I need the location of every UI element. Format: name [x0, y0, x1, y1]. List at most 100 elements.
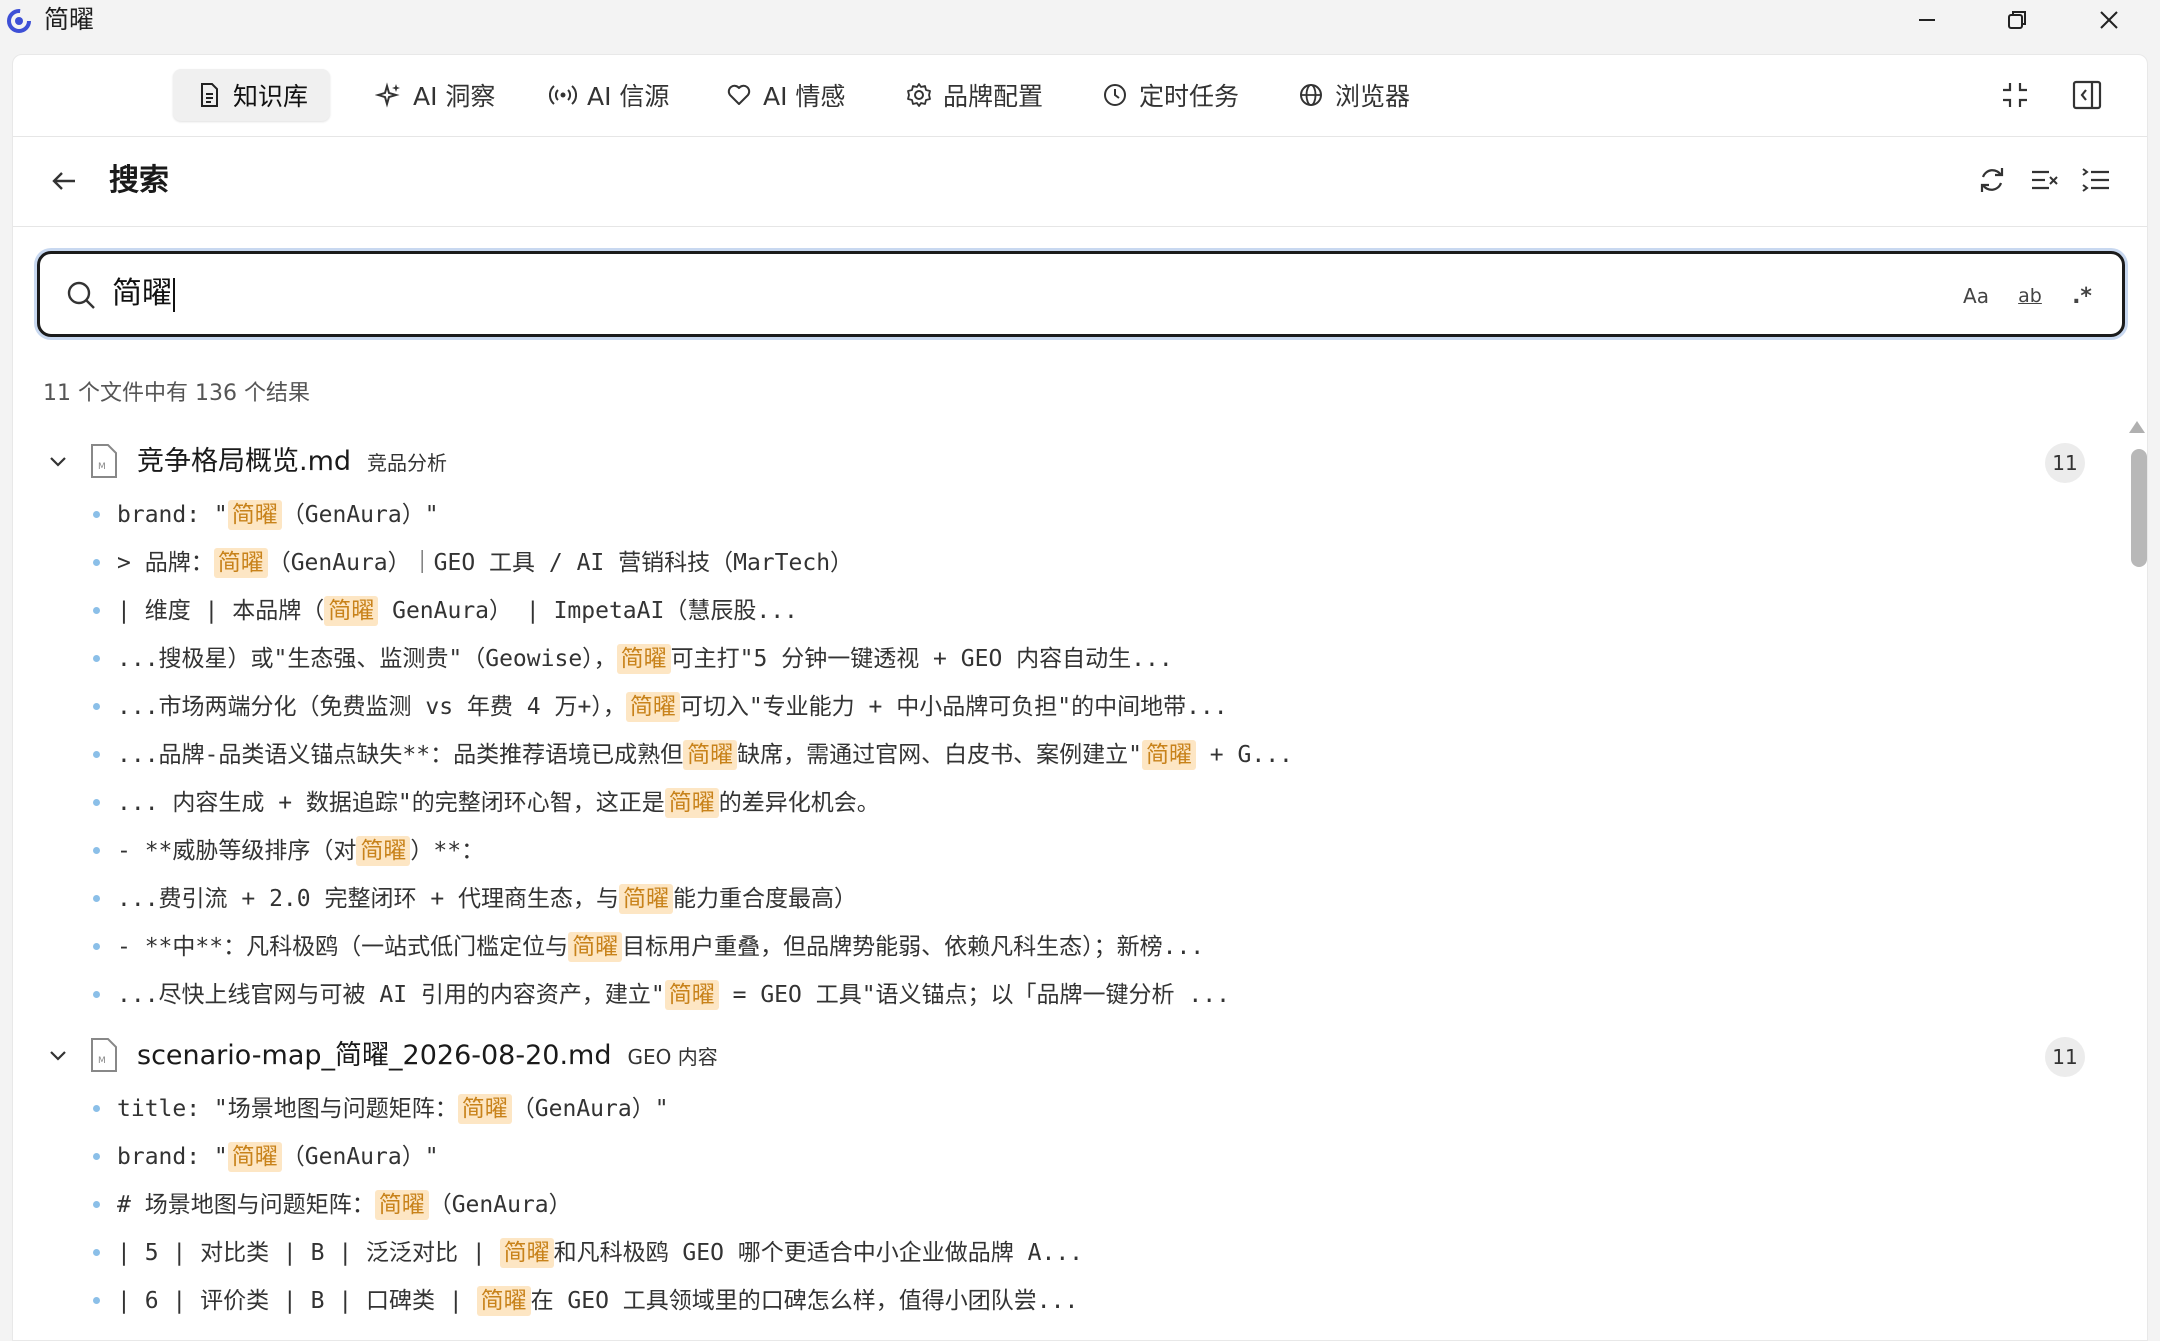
- gear-icon: [907, 83, 931, 107]
- file-group: Mscenario-map_简曜_2026-08-20.md GEO 内容 11 ti…: [13, 1029, 2113, 1335]
- match-highlight: 简曜: [324, 596, 379, 626]
- heart-icon: [727, 84, 751, 105]
- results-summary: 11 个文件中有 136 个结果: [43, 381, 310, 406]
- search-input[interactable]: 简曜: [112, 273, 175, 315]
- match-line[interactable]: ...费引流 + 2.0 完整闭环 + 代理商生态，与 简曜 能力重合度最高）: [13, 875, 2113, 923]
- tab-knowledge-base[interactable]: 知识库: [173, 69, 331, 121]
- match-line[interactable]: brand: " 简曜 （GenAura）": [13, 1133, 2113, 1181]
- tab-ai-source[interactable]: AI 信源: [527, 69, 691, 121]
- text-caret: [173, 277, 175, 312]
- file-name-text: scenario-map_简曜_2026-08-20.md: [137, 1040, 612, 1071]
- match-context: GenAura） | ImpetaAI（慧辰股...: [378, 598, 798, 624]
- collapse-icon[interactable]: [1997, 77, 2033, 113]
- file-group: M 竞争格局概览.md 竞品分析 11 brand: " 简曜 （GenAura）" > 品牌…: [13, 435, 2113, 1029]
- tab-ai-sentiment[interactable]: AI 情感: [703, 69, 867, 121]
- match-context: ...品牌-品类语义锚点缺失**：品类推荐语境已成熟但: [117, 742, 684, 768]
- clear-results-icon[interactable]: [2027, 163, 2061, 197]
- file-header[interactable]: Mscenario-map_简曜_2026-08-20.md GEO 内容 11: [13, 1029, 2113, 1085]
- tab-scheduled-tasks[interactable]: 定时任务: [1079, 69, 1261, 121]
- match-context: 可切入"专业能力 + 中小品牌可负担"的中间地带...: [679, 694, 1228, 720]
- search-input-box[interactable]: 简曜 Aa ab .*: [37, 251, 2125, 337]
- scrollbar[interactable]: [2129, 421, 2147, 1340]
- restore-button[interactable]: [1972, 0, 2062, 40]
- match-text: | 6 | 评价类 | B | 口碑类 | 简曜在 GEO 工具领域里的口碑怎么…: [117, 1283, 1078, 1319]
- match-line[interactable]: ... 内容生成 + 数据追踪"的完整闭环心智，这正是 简曜 的差异化机会。: [13, 779, 2113, 827]
- match-highlight: 简曜: [457, 1094, 512, 1124]
- match-line[interactable]: ...市场两端分化（免费监测 vs 年费 4 万+）， 简曜 可切入"专业能力 + …: [13, 683, 2113, 731]
- tab-label: 定时任务: [1139, 82, 1240, 111]
- document-icon: [201, 83, 218, 107]
- match-line[interactable]: | 维度 | 本品牌（ 简曜 GenAura） | ImpetaAI（慧辰股...: [13, 587, 2113, 635]
- match-text: > 品牌： 简曜 （GenAura）｜GEO 工具 / AI 营销科技（MarTec…: [117, 545, 853, 581]
- tab-label: AI 洞察: [413, 82, 496, 111]
- match-line[interactable]: | 6 | 评价类 | B | 口碑类 | 简曜在 GEO 工具领域里的口碑怎么…: [13, 1277, 2113, 1325]
- collapse-all-icon[interactable]: [2079, 163, 2113, 197]
- match-line[interactable]: ...尽快上线官网与可被 AI 引用的内容资产，建立" 简曜 = GEO 工具"语…: [13, 971, 2113, 1019]
- match-line[interactable]: title: "场景地图与问题矩阵： 简曜 （GenAura）": [13, 1085, 2113, 1133]
- markdown-file-icon: M: [91, 444, 117, 478]
- page-title: 搜索: [109, 163, 169, 198]
- match-context: 和凡科极鸥 GEO 哪个更适合中小企业做品牌 A...: [553, 1240, 1084, 1266]
- match-text: | 5 | 对比类 | B | 泛泛对比 | 简曜 和凡科极鸥 GEO 哪个更适合…: [117, 1235, 1083, 1271]
- close-icon: [2100, 11, 2118, 29]
- match-context: ）**：: [410, 838, 485, 864]
- chevron-down-icon[interactable]: [45, 1043, 71, 1069]
- match-line[interactable]: | 5 | 对比类 | B | 泛泛对比 | 简曜 和凡科极鸥 GEO 哪个更适合…: [13, 1229, 2113, 1277]
- bullet: [93, 799, 100, 806]
- file-tag: GEO 内容: [627, 1045, 718, 1069]
- tab-label: AI 情感: [763, 82, 846, 111]
- bullet: [93, 559, 100, 566]
- match-line[interactable]: ...品牌-品类语义锚点缺失**：品类推荐语境已成熟但 简曜 缺席，需通过官网、白皮…: [13, 731, 2113, 779]
- match-case-icon[interactable]: Aa: [1956, 276, 1996, 316]
- tab-ai-insight[interactable]: AI 洞察: [353, 69, 517, 121]
- file-name[interactable]: scenario-map_简曜_2026-08-20.md GEO 内容: [137, 1037, 718, 1076]
- bullet: [93, 655, 100, 662]
- match-line[interactable]: ...搜极星）或"生态强、监测贵"（Geowise）， 简曜 可主打"5 分钟一键透…: [13, 635, 2113, 683]
- bullet: [93, 943, 100, 950]
- match-text: brand: " 简曜 （GenAura）": [117, 1139, 439, 1175]
- match-text: ...费引流 + 2.0 完整闭环 + 代理商生态，与 简曜 能力重合度最高）: [117, 881, 857, 917]
- bullet: [93, 607, 100, 614]
- match-line[interactable]: - **威胁等级排序（对 简曜 ）**：: [13, 827, 2113, 875]
- match-line[interactable]: > 品牌： 简曜 （GenAura）｜GEO 工具 / AI 营销科技（MarTec…: [13, 539, 2113, 587]
- refresh-icon[interactable]: [1975, 163, 2009, 197]
- match-text: title: "场景地图与问题矩阵： 简曜 （GenAura）": [117, 1091, 669, 1127]
- match-line[interactable]: # 场景地图与问题矩阵： 简曜 （GenAura）: [13, 1181, 2113, 1229]
- match-context: | 6 | 评价类 | B | 口碑类 |: [117, 1288, 477, 1314]
- match-context: 缺席，需通过官网、白皮书、案例建立": [737, 742, 1142, 768]
- bullet: [93, 751, 100, 758]
- sidebar-toggle-icon[interactable]: [2069, 77, 2105, 113]
- match-text: brand: " 简曜 （GenAura）": [117, 497, 439, 533]
- match-context: - **中**：凡科极鸥（一站式低门槛定位与: [117, 934, 569, 960]
- search-input-value: 简曜: [112, 276, 172, 311]
- bullet: [93, 1105, 100, 1112]
- chevron-down-icon[interactable]: [45, 449, 71, 475]
- minimize-button[interactable]: [1882, 0, 1972, 40]
- match-text: ...市场两端分化（免费监测 vs 年费 4 万+）， 简曜 可切入"专业能力 + …: [117, 689, 1228, 725]
- match-text: # 场景地图与问题矩阵： 简曜 （GenAura）: [117, 1187, 572, 1223]
- match-context: （GenAura）": [511, 1096, 669, 1122]
- scrollbar-thumb[interactable]: [2131, 449, 2147, 567]
- whole-word-icon[interactable]: ab: [2010, 276, 2050, 316]
- match-context: | 维度 | 本品牌（: [117, 598, 325, 624]
- close-button[interactable]: [2064, 0, 2154, 40]
- tab-brand-config[interactable]: 品牌配置: [883, 69, 1065, 121]
- match-text: ...品牌-品类语义锚点缺失**：品类推荐语境已成熟但 简曜 缺席，需通过官网、白皮…: [117, 737, 1293, 773]
- back-arrow-icon[interactable]: [47, 164, 81, 198]
- app-logo-icon: [7, 9, 31, 33]
- match-context: = GEO 工具"语义锚点；以「品牌一键分析 ...: [718, 982, 1230, 1008]
- sparkle-icon: [375, 82, 400, 108]
- match-text: - **威胁等级排序（对 简曜 ）**：: [117, 833, 484, 869]
- match-highlight: 简曜: [616, 644, 671, 674]
- file-name[interactable]: 竞争格局概览.md 竞品分析: [137, 443, 447, 482]
- scroll-up-arrow[interactable]: [2129, 421, 2145, 433]
- match-line[interactable]: brand: " 简曜 （GenAura）": [13, 491, 2113, 539]
- match-line[interactable]: - **中**：凡科极鸥（一站式低门槛定位与 简曜 目标用户重叠，但品牌势能弱、依赖…: [13, 923, 2113, 971]
- match-context: title: "场景地图与问题矩阵：: [117, 1096, 458, 1122]
- match-context: > 品牌：: [117, 550, 214, 576]
- match-context: 目标用户重叠，但品牌势能弱、依赖凡科生态）；新榜...: [622, 934, 1205, 960]
- regex-icon[interactable]: .*: [2062, 276, 2102, 316]
- tab-browser[interactable]: 浏览器: [1275, 69, 1432, 121]
- file-header[interactable]: M 竞争格局概览.md 竞品分析 11: [13, 435, 2113, 491]
